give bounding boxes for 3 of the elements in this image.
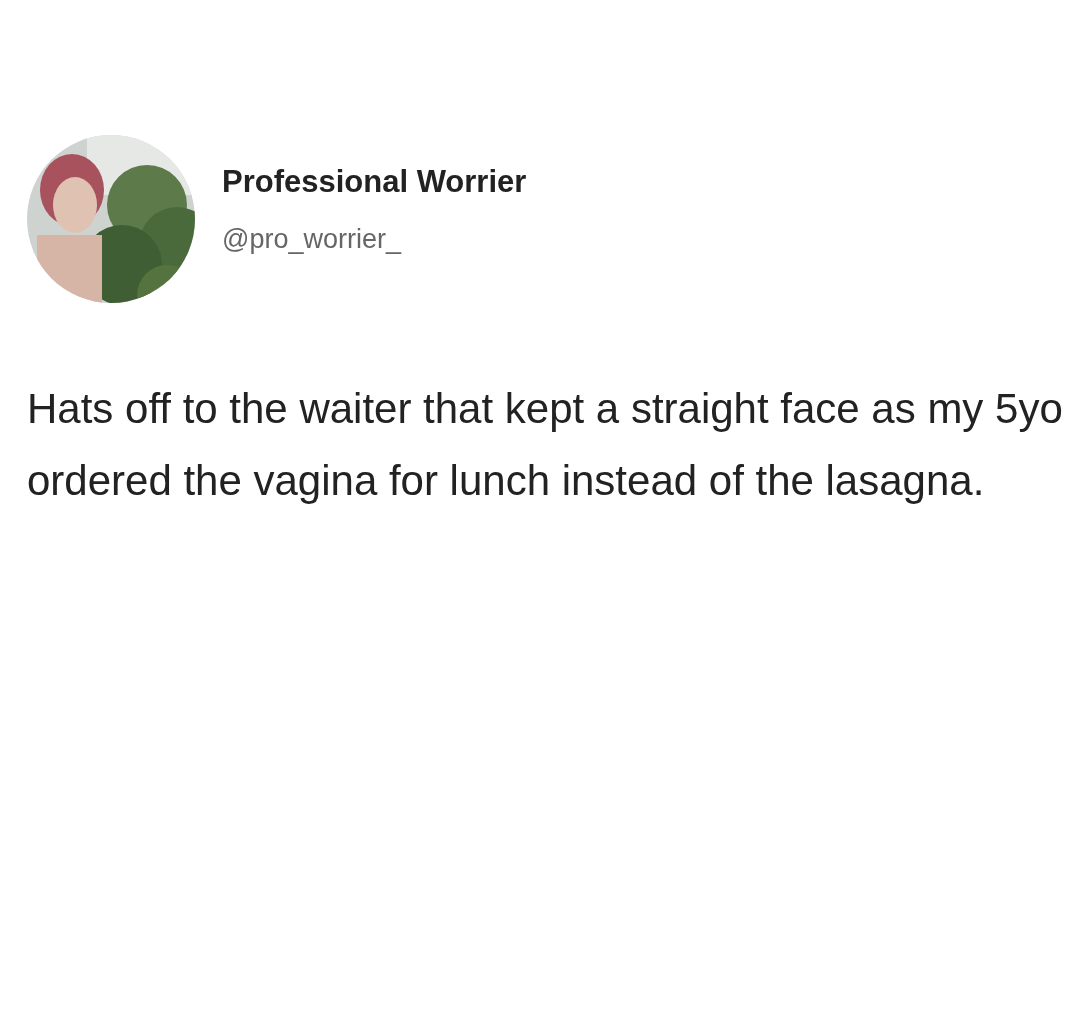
author-handle[interactable]: @pro_worrier_ <box>222 219 527 260</box>
tweet-text: Hats off to the waiter that kept a straight face as my 5yo ordered the vagina for lunch instead of the lasagna. <box>27 384 1064 506</box>
author-name[interactable]: Professional Worrier <box>222 158 527 205</box>
